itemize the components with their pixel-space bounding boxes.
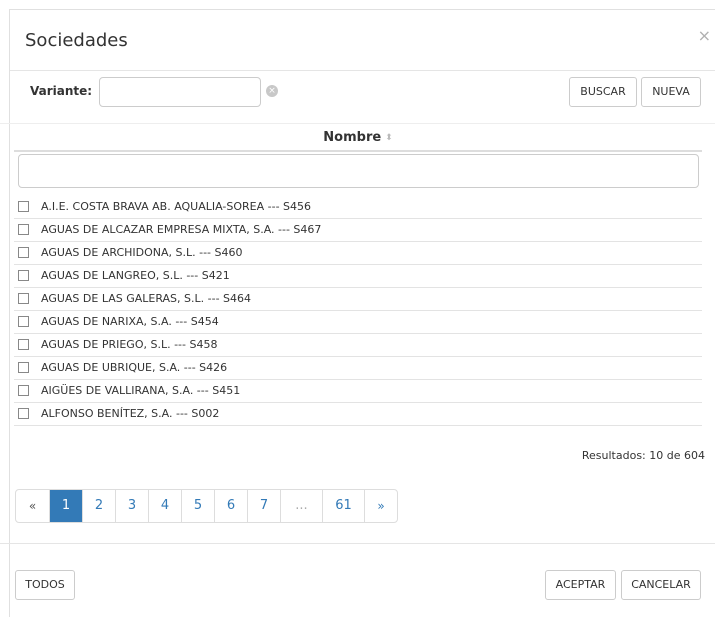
pagination-page-2[interactable]: 2 bbox=[82, 490, 115, 522]
list-item-label: AGUAS DE LANGREO, S.L. --- S421 bbox=[41, 269, 230, 282]
pagination-page-last[interactable]: 61 bbox=[322, 490, 364, 522]
list-item[interactable]: AGUAS DE ALCAZAR EMPRESA MIXTA, S.A. ---… bbox=[14, 219, 702, 242]
pagination-page-7[interactable]: 7 bbox=[247, 490, 280, 522]
pagination-page-1[interactable]: 1 bbox=[49, 490, 82, 522]
list-item[interactable]: AGUAS DE UBRIQUE, S.A. --- S426 bbox=[14, 357, 702, 380]
list-item-label: AGUAS DE PRIEGO, S.L. --- S458 bbox=[41, 338, 218, 351]
list-item[interactable]: AGUAS DE ARCHIDONA, S.L. --- S460 bbox=[14, 242, 702, 265]
pagination-page-4[interactable]: 4 bbox=[148, 490, 181, 522]
pagination-prev[interactable]: « bbox=[16, 490, 49, 522]
list-item[interactable]: AIGÜES DE VALLIRANA, S.A. --- S451 bbox=[14, 380, 702, 403]
list-item-label: AIGÜES DE VALLIRANA, S.A. --- S451 bbox=[41, 384, 241, 397]
row-checkbox[interactable] bbox=[18, 270, 29, 281]
row-checkbox[interactable] bbox=[18, 385, 29, 396]
row-checkbox[interactable] bbox=[18, 316, 29, 327]
list-item[interactable]: AGUAS DE NARIXA, S.A. --- S454 bbox=[14, 311, 702, 334]
variante-label: Variante: bbox=[30, 84, 93, 98]
dialog-title: Sociedades bbox=[25, 30, 128, 51]
buscar-button[interactable]: BUSCAR bbox=[569, 77, 637, 107]
nueva-button[interactable]: NUEVA bbox=[641, 77, 701, 107]
list-item-label: ALFONSO BENÍTEZ, S.A. --- S002 bbox=[41, 407, 220, 420]
pagination: « 1 2 3 4 5 6 7 ... 61 » bbox=[15, 489, 398, 523]
todos-button[interactable]: TODOS bbox=[15, 570, 75, 600]
pagination-page-3[interactable]: 3 bbox=[115, 490, 148, 522]
list-item-label: AGUAS DE LAS GALERAS, S.L. --- S464 bbox=[41, 292, 252, 305]
dialog-header: Sociedades × bbox=[10, 10, 715, 71]
row-checkbox[interactable] bbox=[18, 201, 29, 212]
list-item-label: AGUAS DE ALCAZAR EMPRESA MIXTA, S.A. ---… bbox=[41, 223, 322, 236]
column-header-underline bbox=[14, 150, 702, 152]
clear-icon[interactable]: × bbox=[266, 85, 278, 97]
list-item-label: AGUAS DE ARCHIDONA, S.L. --- S460 bbox=[41, 246, 243, 259]
list-item-label: AGUAS DE NARIXA, S.A. --- S454 bbox=[41, 315, 219, 328]
list-item-label: AGUAS DE UBRIQUE, S.A. --- S426 bbox=[41, 361, 228, 374]
pagination-ellipsis: ... bbox=[280, 490, 322, 522]
list-item[interactable]: AGUAS DE LAS GALERAS, S.L. --- S464 bbox=[14, 288, 702, 311]
pagination-page-5[interactable]: 5 bbox=[181, 490, 214, 522]
list-item[interactable]: ALFONSO BENÍTEZ, S.A. --- S002 bbox=[14, 403, 702, 426]
pagination-page-6[interactable]: 6 bbox=[214, 490, 247, 522]
list-item-label: A.I.E. COSTA BRAVA AB. AQUALIA-SOREA ---… bbox=[41, 200, 312, 213]
sort-icon: ⬍ bbox=[385, 133, 393, 143]
pagination-next[interactable]: » bbox=[364, 490, 397, 522]
row-checkbox[interactable] bbox=[18, 339, 29, 350]
list-item[interactable]: A.I.E. COSTA BRAVA AB. AQUALIA-SOREA ---… bbox=[14, 196, 702, 219]
nombre-filter-input[interactable] bbox=[18, 154, 699, 188]
close-icon[interactable]: × bbox=[698, 26, 711, 45]
cancelar-button[interactable]: CANCELAR bbox=[621, 570, 701, 600]
row-checkbox[interactable] bbox=[18, 362, 29, 373]
footer-divider bbox=[0, 543, 715, 544]
variante-input[interactable] bbox=[99, 77, 261, 107]
row-checkbox[interactable] bbox=[18, 224, 29, 235]
row-checkbox[interactable] bbox=[18, 247, 29, 258]
row-checkbox[interactable] bbox=[18, 293, 29, 304]
results-count: Resultados: 10 de 604 bbox=[581, 449, 705, 462]
list-item[interactable]: AGUAS DE LANGREO, S.L. --- S421 bbox=[14, 265, 702, 288]
column-header-nombre[interactable]: Nombre ⬍ bbox=[14, 126, 702, 150]
list-item[interactable]: AGUAS DE PRIEGO, S.L. --- S458 bbox=[14, 334, 702, 357]
column-header-label: Nombre bbox=[323, 130, 382, 145]
divider bbox=[0, 123, 715, 124]
row-checkbox[interactable] bbox=[18, 408, 29, 419]
aceptar-button[interactable]: ACEPTAR bbox=[545, 570, 616, 600]
results-list: A.I.E. COSTA BRAVA AB. AQUALIA-SOREA ---… bbox=[14, 196, 702, 426]
